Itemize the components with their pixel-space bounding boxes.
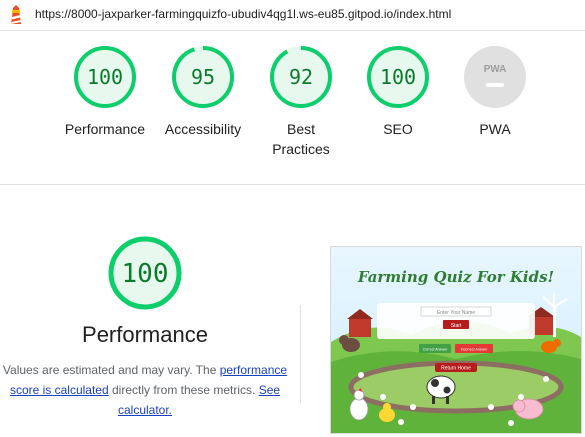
score-ring-icon: 100 (367, 46, 429, 108)
performance-description: Values are estimated and may vary. The p… (0, 360, 290, 420)
final-screenshot-thumbnail[interactable]: Farming Quiz For Kids! Enter Your Name S… (330, 246, 582, 434)
gauge-label: Best Practices (272, 121, 330, 157)
desc-text: Values are estimated and may vary. The (2, 363, 220, 377)
gauge-label: PWA (479, 121, 511, 137)
performance-score-gauge: 100 (108, 236, 182, 310)
category-gauges: 100 Performance 95 Accessibility 92 Best… (55, 45, 555, 175)
vertical-divider (300, 305, 301, 403)
section-divider (0, 184, 585, 185)
gauge-best-practices[interactable]: 92 Best Practices (251, 45, 351, 159)
score-ring-icon: 95 (172, 46, 234, 108)
return-home-button: Return Home (441, 366, 471, 372)
gauge-score: 95 (191, 65, 215, 89)
gauge-label: Accessibility (164, 121, 242, 137)
gauge-score: 100 (87, 65, 123, 89)
name-input-placeholder: Enter Your Name (437, 310, 475, 316)
gauge-accessibility[interactable]: 95 Accessibility (153, 45, 253, 139)
gauge-pwa[interactable]: PWA PWA (445, 45, 545, 139)
gauge-seo[interactable]: 100 SEO (348, 45, 448, 139)
start-button-text: Start (451, 323, 462, 329)
performance-score: 100 (122, 259, 169, 289)
gauge-score: 100 (380, 65, 416, 89)
gauge-score: 92 (289, 65, 313, 89)
desc-text: directly from these metrics. (112, 383, 259, 397)
lighthouse-logo-icon (11, 5, 21, 24)
pwa-badge-text: PWA (484, 64, 507, 75)
gauge-label: Performance (64, 121, 146, 137)
red-answer-button: Incorrect Answer (461, 348, 489, 352)
farm-scene-image: Farming Quiz For Kids! Enter Your Name S… (331, 247, 581, 433)
score-ring-icon: 92 (270, 46, 332, 108)
pwa-badge-icon: PWA (464, 46, 526, 108)
performance-title: Performance (82, 322, 208, 347)
top-bar: https://8000-jaxparker-farmingquizfo-ubu… (0, 0, 585, 31)
gauge-label: SEO (383, 121, 413, 137)
green-answer-button: Correct Answer (423, 348, 448, 352)
score-ring-icon: 100 (74, 46, 136, 108)
gauge-performance[interactable]: 100 Performance (55, 45, 155, 139)
site-title: Farming Quiz For Kids! (357, 268, 554, 286)
page-url[interactable]: https://8000-jaxparker-farmingquizfo-ubu… (35, 7, 451, 21)
